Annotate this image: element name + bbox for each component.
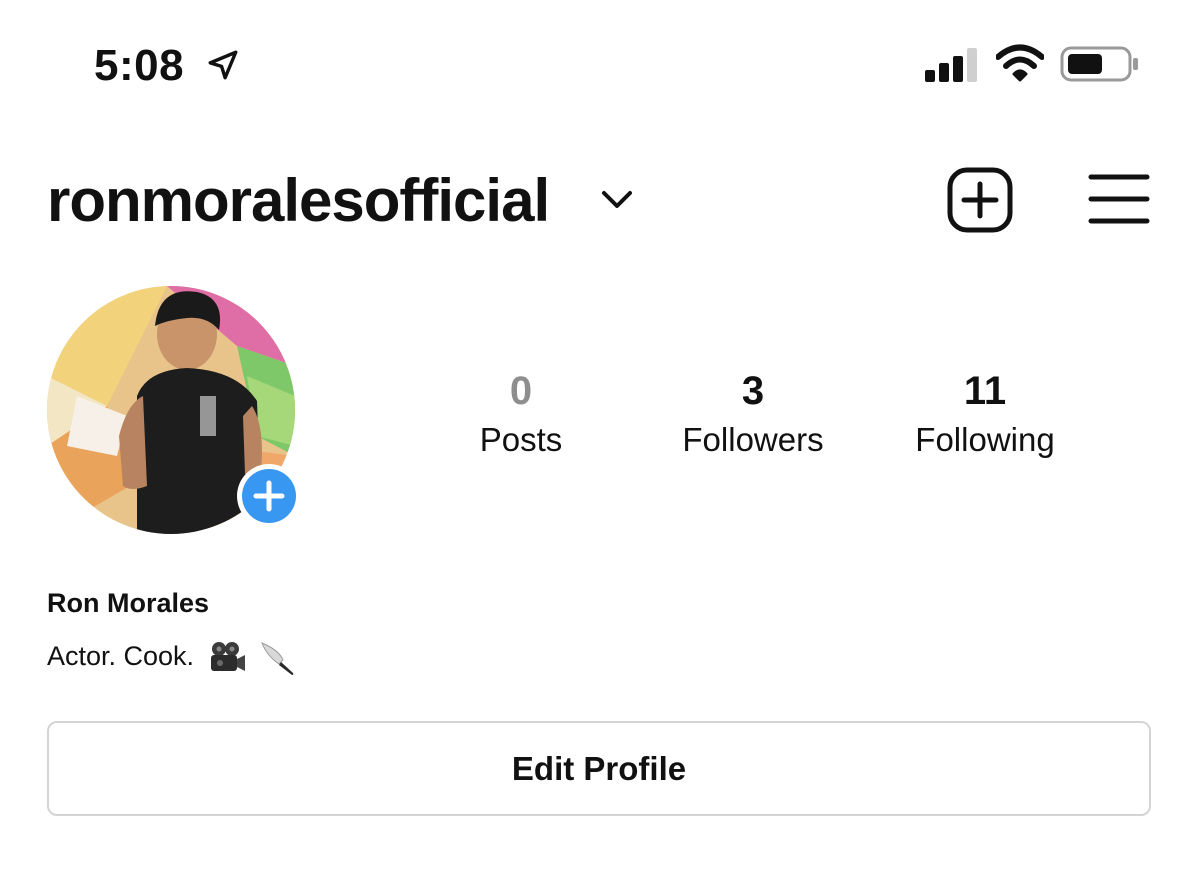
bio-text: Actor. Cook. [47,641,195,671]
posts-count: 0 [509,369,533,413]
posts-label: Posts [479,421,563,458]
profile-full-name: Ron Morales [47,588,210,618]
location-arrow-icon [208,50,238,80]
posts-stat[interactable]: 0 Posts [411,368,631,462]
following-label: Following [915,421,1055,458]
profile-username[interactable]: ronmoralesofficial [47,166,550,236]
kitchen-knife-icon [261,641,294,675]
followers-label: Followers [682,421,824,458]
following-count: 11 [963,369,1007,413]
cellular-signal-icon [925,48,977,82]
add-story-button[interactable] [235,462,303,530]
followers-count: 3 [741,369,765,413]
chevron-down-icon[interactable] [599,184,635,214]
edit-profile-button[interactable]: Edit Profile [47,721,1151,816]
profile-bio: Actor. Cook. [47,638,297,676]
followers-stat[interactable]: 3 Followers [643,368,863,462]
menu-icon[interactable] [1088,172,1150,226]
new-post-icon[interactable] [946,166,1014,234]
following-stat[interactable]: 11 Following [875,368,1095,462]
movie-camera-icon [210,641,245,671]
status-time: 5:08 [94,41,185,90]
battery-icon [1060,46,1138,82]
wifi-icon [996,44,1044,82]
